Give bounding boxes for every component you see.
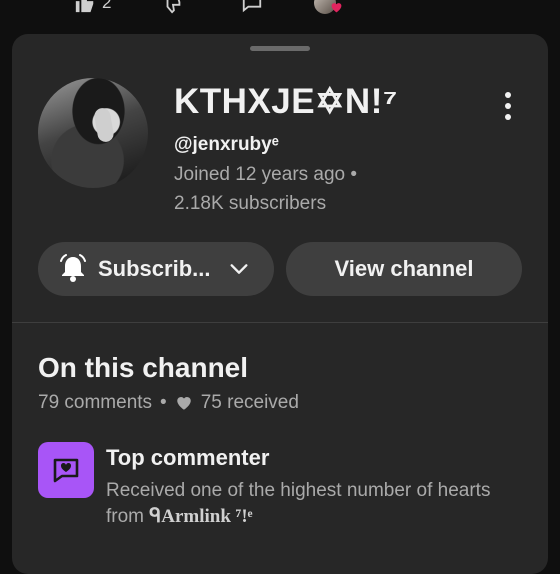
separator-dot: •	[160, 392, 167, 413]
kebab-dot-icon	[505, 92, 511, 98]
hearts-received: 75 received	[200, 392, 299, 413]
view-channel-button[interactable]: View channel	[286, 242, 522, 296]
heart-comment-icon	[53, 458, 79, 483]
subscribe-button[interactable]: Subscrib...	[38, 242, 274, 296]
like-count: 2	[102, 0, 112, 12]
top-commenter-title: Top commenter	[106, 445, 270, 470]
subscribe-label: Subscrib...	[98, 256, 211, 281]
view-channel-label: View channel	[334, 256, 474, 281]
channel-name: KTHXJE✡N!⁷	[174, 82, 398, 121]
channel-bottom-sheet: KTHXJE✡N!⁷ @jenxrubyᵉ Joined 12 years ag…	[12, 34, 548, 574]
channel-handle: @jenxrubyᵉ	[174, 134, 279, 155]
more-options-button[interactable]	[498, 92, 518, 120]
comments-count: 79 comments	[38, 392, 153, 413]
top-commenter-description: Received one of the highest number of he…	[106, 478, 526, 530]
comment-icon	[242, 0, 262, 13]
reply-button[interactable]	[240, 0, 264, 14]
joined-date: Joined 12 years ago •	[174, 164, 358, 185]
subscriber-count: 2.18K subscribers	[174, 193, 327, 214]
divider	[12, 322, 548, 323]
thumbs-down-icon	[166, 0, 181, 14]
bell-icon	[60, 254, 86, 282]
kebab-dot-icon	[505, 103, 511, 109]
channel-stats: 79 comments • 75 received	[38, 392, 299, 414]
kebab-dot-icon	[505, 114, 511, 120]
channel-avatar[interactable]	[38, 78, 148, 188]
creator-heart	[314, 0, 342, 14]
top-commenter-user[interactable]: ᑫArmlink ⁷!ᵉ	[149, 506, 252, 527]
thumbs-up-icon	[75, 0, 94, 13]
like-button[interactable]: 2	[74, 0, 111, 14]
heart-icon	[176, 397, 191, 410]
top-action-bar: 2	[0, 0, 560, 22]
heart-icon	[331, 3, 342, 13]
section-title: On this channel	[38, 352, 249, 383]
dislike-button[interactable]	[162, 0, 184, 14]
creator-avatar	[314, 0, 342, 14]
drag-handle[interactable]	[250, 46, 310, 51]
top-commenter-badge-icon	[38, 442, 94, 498]
chevron-down-icon	[230, 264, 249, 274]
